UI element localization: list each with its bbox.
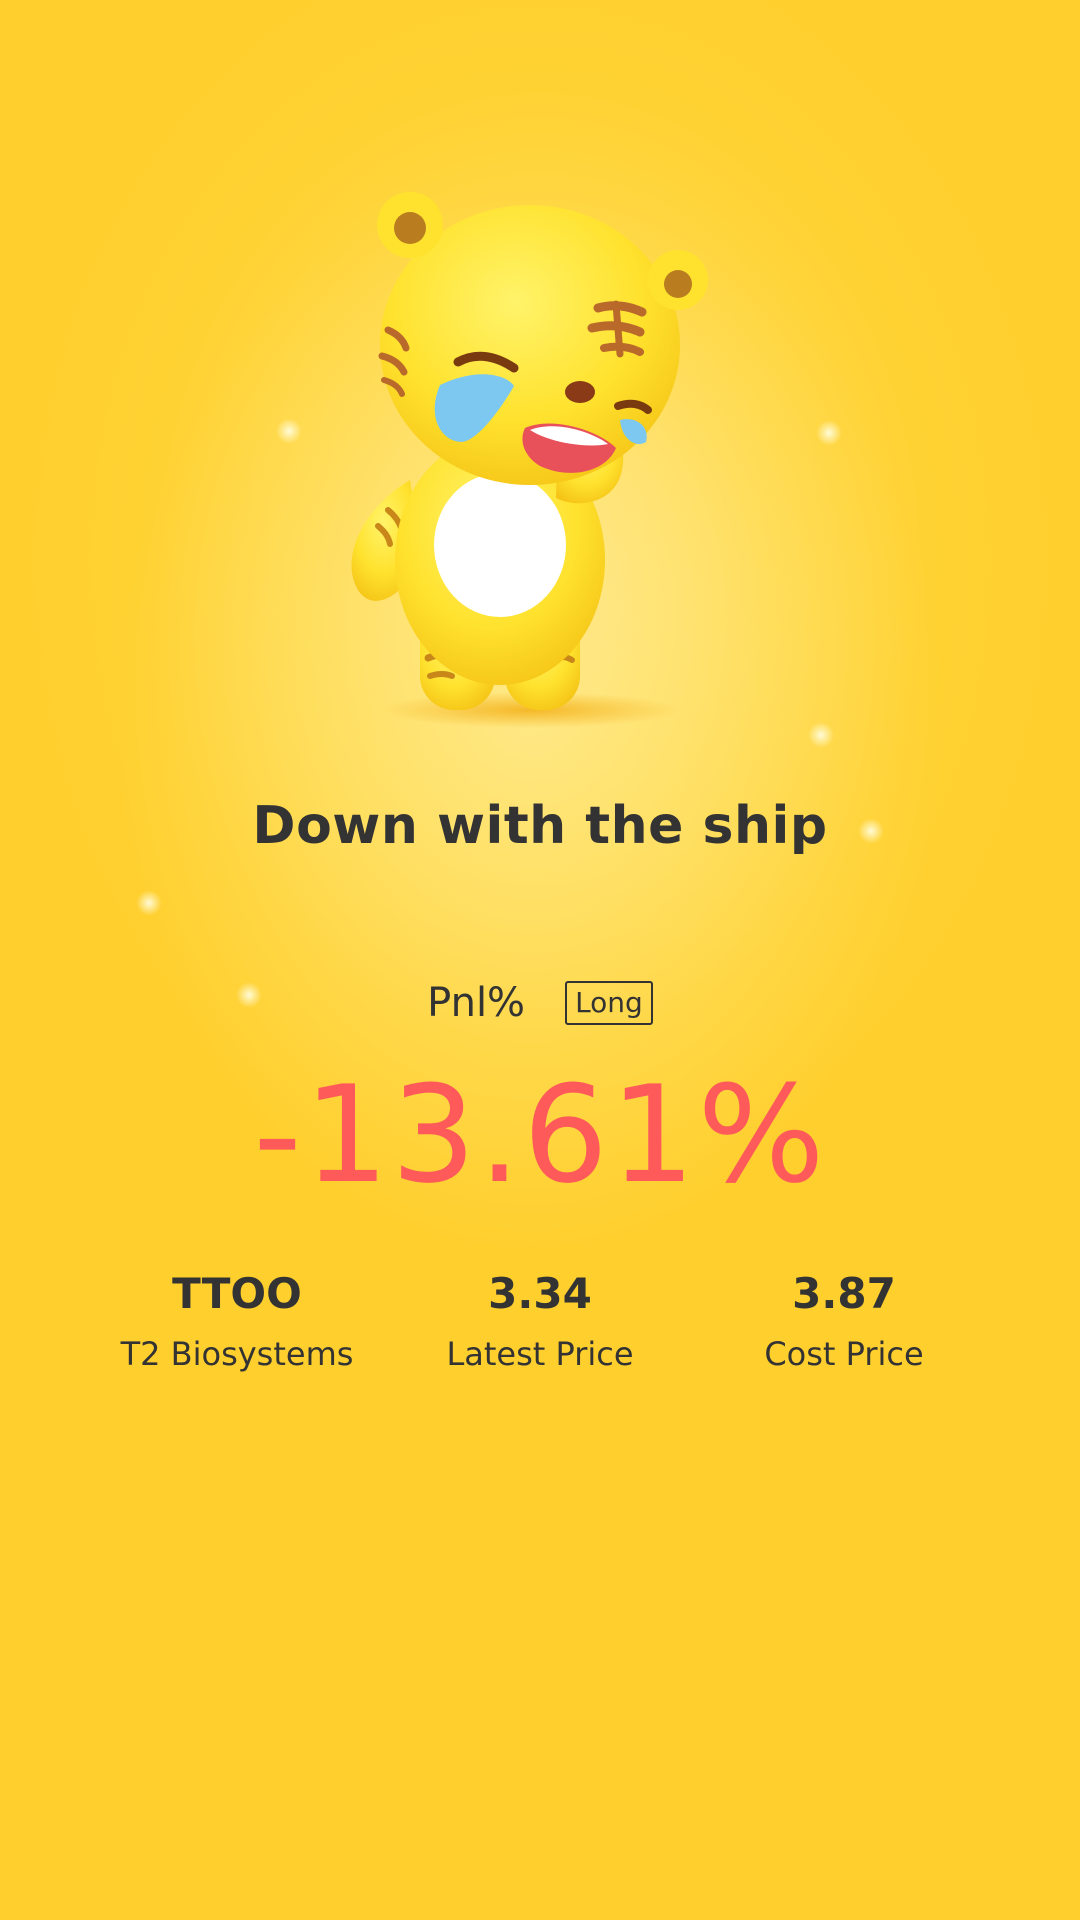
cost-price-value: 3.87 bbox=[792, 1269, 896, 1318]
position-direction-badge: Long bbox=[565, 981, 653, 1025]
sparkle-decoration bbox=[136, 890, 162, 916]
company-name: T2 Biosystems bbox=[120, 1335, 354, 1373]
latest-price-label: Latest Price bbox=[446, 1335, 634, 1373]
crying-tiger-mascot-icon bbox=[351, 192, 708, 728]
cost-price-stat: 3.87 Cost Price bbox=[694, 1266, 994, 1376]
stock-ticker: TTOO bbox=[172, 1269, 302, 1318]
sparkle-decoration bbox=[816, 420, 842, 446]
position-stats: TTOO T2 Biosystems 3.34 Latest Price 3.8… bbox=[0, 1266, 1080, 1396]
sparkle-decoration bbox=[808, 722, 834, 748]
pnl-header: Pnl% Long bbox=[0, 980, 1080, 1026]
pnl-label: Pnl% bbox=[427, 980, 526, 1026]
sparkle-decoration bbox=[276, 418, 302, 444]
latest-price-value: 3.34 bbox=[488, 1269, 592, 1318]
stock-info: TTOO T2 Biosystems bbox=[87, 1266, 387, 1376]
cost-price-label: Cost Price bbox=[764, 1335, 924, 1373]
latest-price-stat: 3.34 Latest Price bbox=[390, 1266, 690, 1376]
pnl-percentage-value: -13.61% bbox=[253, 1057, 827, 1213]
result-title: Down with the ship bbox=[252, 796, 828, 856]
